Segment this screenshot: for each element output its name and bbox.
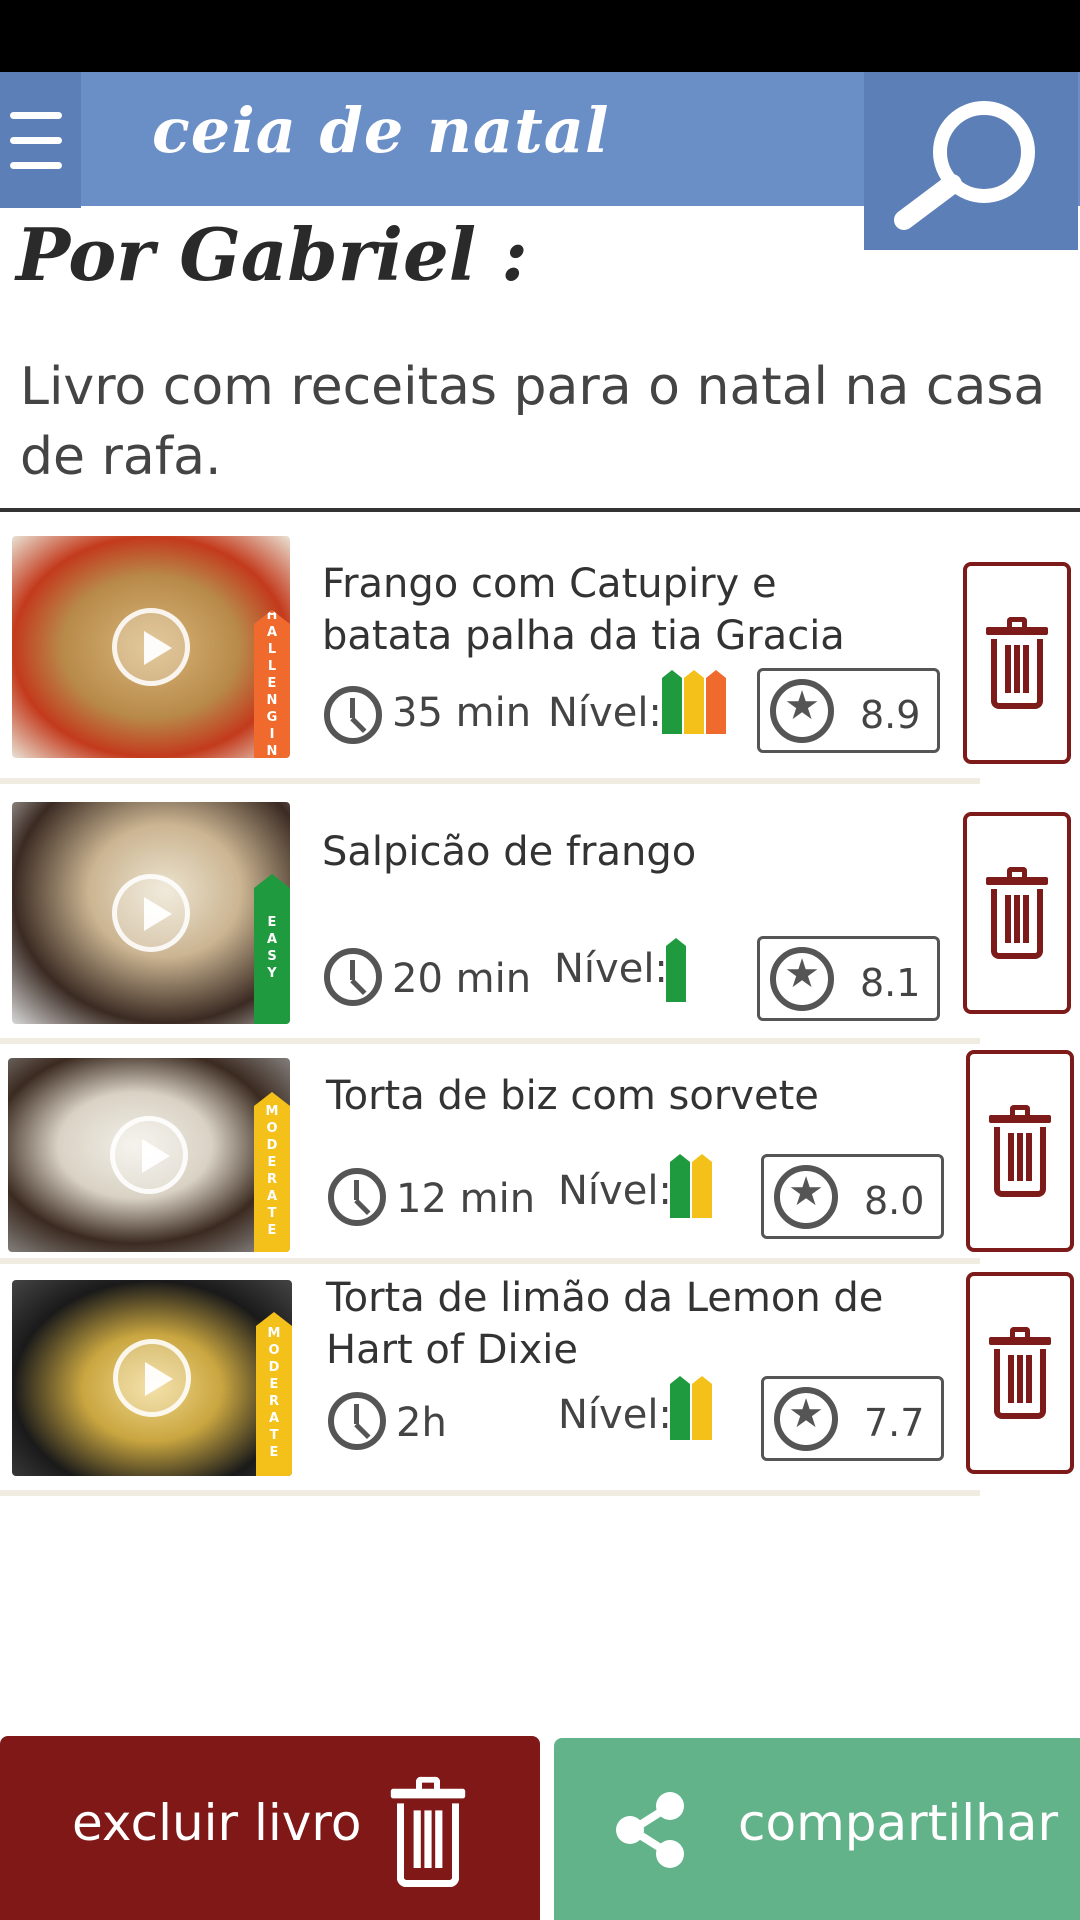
divider [0, 508, 1080, 512]
author-name: Por Gabriel : [16, 212, 528, 297]
recipe-row[interactable]: CHALLENGING Frango com Catupiry e batata… [0, 528, 980, 784]
trash-icon [390, 1776, 466, 1888]
difficulty-tag: MODERATE [256, 1312, 292, 1476]
recipe-time: 12 min [396, 1176, 536, 1222]
rating-value: 8.1 [860, 961, 921, 1005]
share-icon [616, 1792, 684, 1868]
rating-box: 8.1 [757, 936, 940, 1021]
recipe-title[interactable]: Frango com Catupiry e batata palha da ti… [322, 558, 882, 662]
menu-icon-line [9, 111, 62, 119]
recipe-thumbnail[interactable]: EASY [12, 802, 290, 1024]
recipe-title[interactable]: Torta de limão da Lemon de Hart of Dixie [326, 1272, 886, 1376]
difficulty-tag: CHALLENGING [254, 610, 290, 758]
recipe-title[interactable]: Salpicão de frango [322, 826, 882, 878]
level-label: Nível: [558, 1168, 672, 1214]
difficulty-level-icon [662, 670, 726, 734]
book-description: Livro com receitas para o natal na casa … [20, 357, 1046, 487]
recipe-thumbnail[interactable]: MODERATE [12, 1280, 292, 1476]
recipe-time: 2h [396, 1400, 447, 1446]
clock-icon [328, 1392, 386, 1450]
star-icon [774, 1165, 838, 1229]
play-icon [113, 1339, 191, 1417]
delete-recipe-button[interactable] [963, 812, 1071, 1014]
search-icon [894, 101, 1035, 230]
difficulty-tag: MODERATE [254, 1092, 290, 1252]
delete-recipe-button[interactable] [963, 562, 1071, 764]
level-label: Nível: [558, 1392, 672, 1438]
rating-box: 8.0 [761, 1154, 944, 1239]
trash-icon [986, 617, 1048, 709]
difficulty-level-icon [670, 1154, 712, 1218]
play-icon [112, 608, 190, 686]
menu-button[interactable] [0, 72, 81, 208]
level-label: Nível: [554, 946, 668, 992]
status-bar [0, 0, 1080, 72]
rating-value: 8.9 [860, 693, 921, 737]
recipe-title[interactable]: Torta de biz com sorvete [326, 1070, 886, 1122]
difficulty-level-icon [670, 1376, 712, 1440]
trash-icon [989, 1327, 1051, 1419]
difficulty-level-icon [666, 938, 686, 1002]
book-title: ceia de natal [152, 94, 610, 167]
rating-value: 7.7 [864, 1401, 925, 1445]
clock-icon [328, 1168, 386, 1226]
trash-icon [986, 867, 1048, 959]
star-icon [770, 947, 834, 1011]
share-button[interactable]: compartilhar [554, 1738, 1080, 1920]
delete-book-button[interactable]: excluir livro [0, 1736, 540, 1920]
delete-recipe-button[interactable] [966, 1050, 1074, 1252]
play-icon [112, 874, 190, 952]
play-icon [110, 1116, 188, 1194]
rating-box: 7.7 [761, 1376, 944, 1461]
star-icon [774, 1387, 838, 1451]
recipe-row[interactable]: MODERATE Torta de limão da Lemon de Hart… [0, 1272, 980, 1496]
menu-icon-line [9, 161, 62, 169]
delete-recipe-button[interactable] [966, 1272, 1074, 1474]
trash-icon [989, 1105, 1051, 1197]
recipe-thumbnail[interactable]: MODERATE [8, 1058, 290, 1252]
star-icon [770, 679, 834, 743]
recipe-time: 35 min [392, 690, 532, 736]
recipe-thumbnail[interactable]: CHALLENGING [12, 536, 290, 758]
rating-value: 8.0 [864, 1179, 925, 1223]
level-label: Nível: [548, 690, 662, 736]
delete-book-label: excluir livro [72, 1794, 362, 1852]
recipe-row[interactable]: EASY Salpicão de frango 20 min Nível: 8.… [0, 792, 980, 1044]
clock-icon [324, 686, 382, 744]
search-button[interactable] [864, 72, 1078, 250]
recipe-row[interactable]: MODERATE Torta de biz com sorvete 12 min… [0, 1050, 980, 1264]
difficulty-tag: EASY [254, 874, 290, 1024]
clock-icon [324, 948, 382, 1006]
recipe-time: 20 min [392, 956, 532, 1002]
share-label: compartilhar [738, 1794, 1058, 1852]
menu-icon-line [9, 136, 62, 144]
rating-box: 8.9 [757, 668, 940, 753]
